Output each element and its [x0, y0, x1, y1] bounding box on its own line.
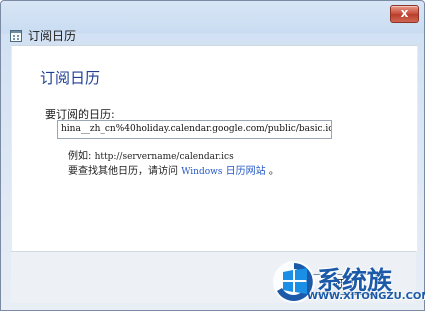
link-windows-text: Windows — [181, 167, 223, 177]
subscribe-calendar-dialog: x 订阅日历 订阅日历 要订阅的日历: hina__zh_cn%40holida… — [0, 0, 425, 311]
hint-suffix: 。 — [268, 166, 279, 177]
calendar-icon — [10, 30, 22, 42]
subscribe-button[interactable]: 订阅 — [311, 274, 377, 295]
windows-calendar-site-link[interactable]: Windows 日历网站 — [181, 166, 269, 177]
dialog-button-bar: 订阅 — [11, 251, 416, 303]
example-url: http://servername/calendar.ics — [94, 152, 234, 162]
hint-text: 要查找其他日历，请访问 — [68, 166, 178, 177]
window-title: 订阅日历 — [28, 29, 77, 43]
dialog-content: 订阅日历 要订阅的日历: hina__zh_cn%40holiday.calen… — [11, 45, 418, 251]
example-text: 例如: http://servername/calendar.ics — [68, 147, 234, 162]
calendar-search-hint: 要查找其他日历，请访问 Windows 日历网站 。 — [68, 162, 279, 177]
close-button[interactable]: x — [390, 5, 419, 23]
window-titlebar[interactable]: x 订阅日历 — [1, 1, 424, 45]
link-calendar-site-text: 日历网站 — [225, 166, 266, 177]
dialog-heading: 订阅日历 — [40, 69, 101, 87]
calendar-url-input[interactable]: hina__zh_cn%40holiday.calendar.google.co… — [57, 120, 332, 139]
close-icon: x — [400, 6, 409, 20]
example-prefix: 例如: — [68, 151, 92, 162]
